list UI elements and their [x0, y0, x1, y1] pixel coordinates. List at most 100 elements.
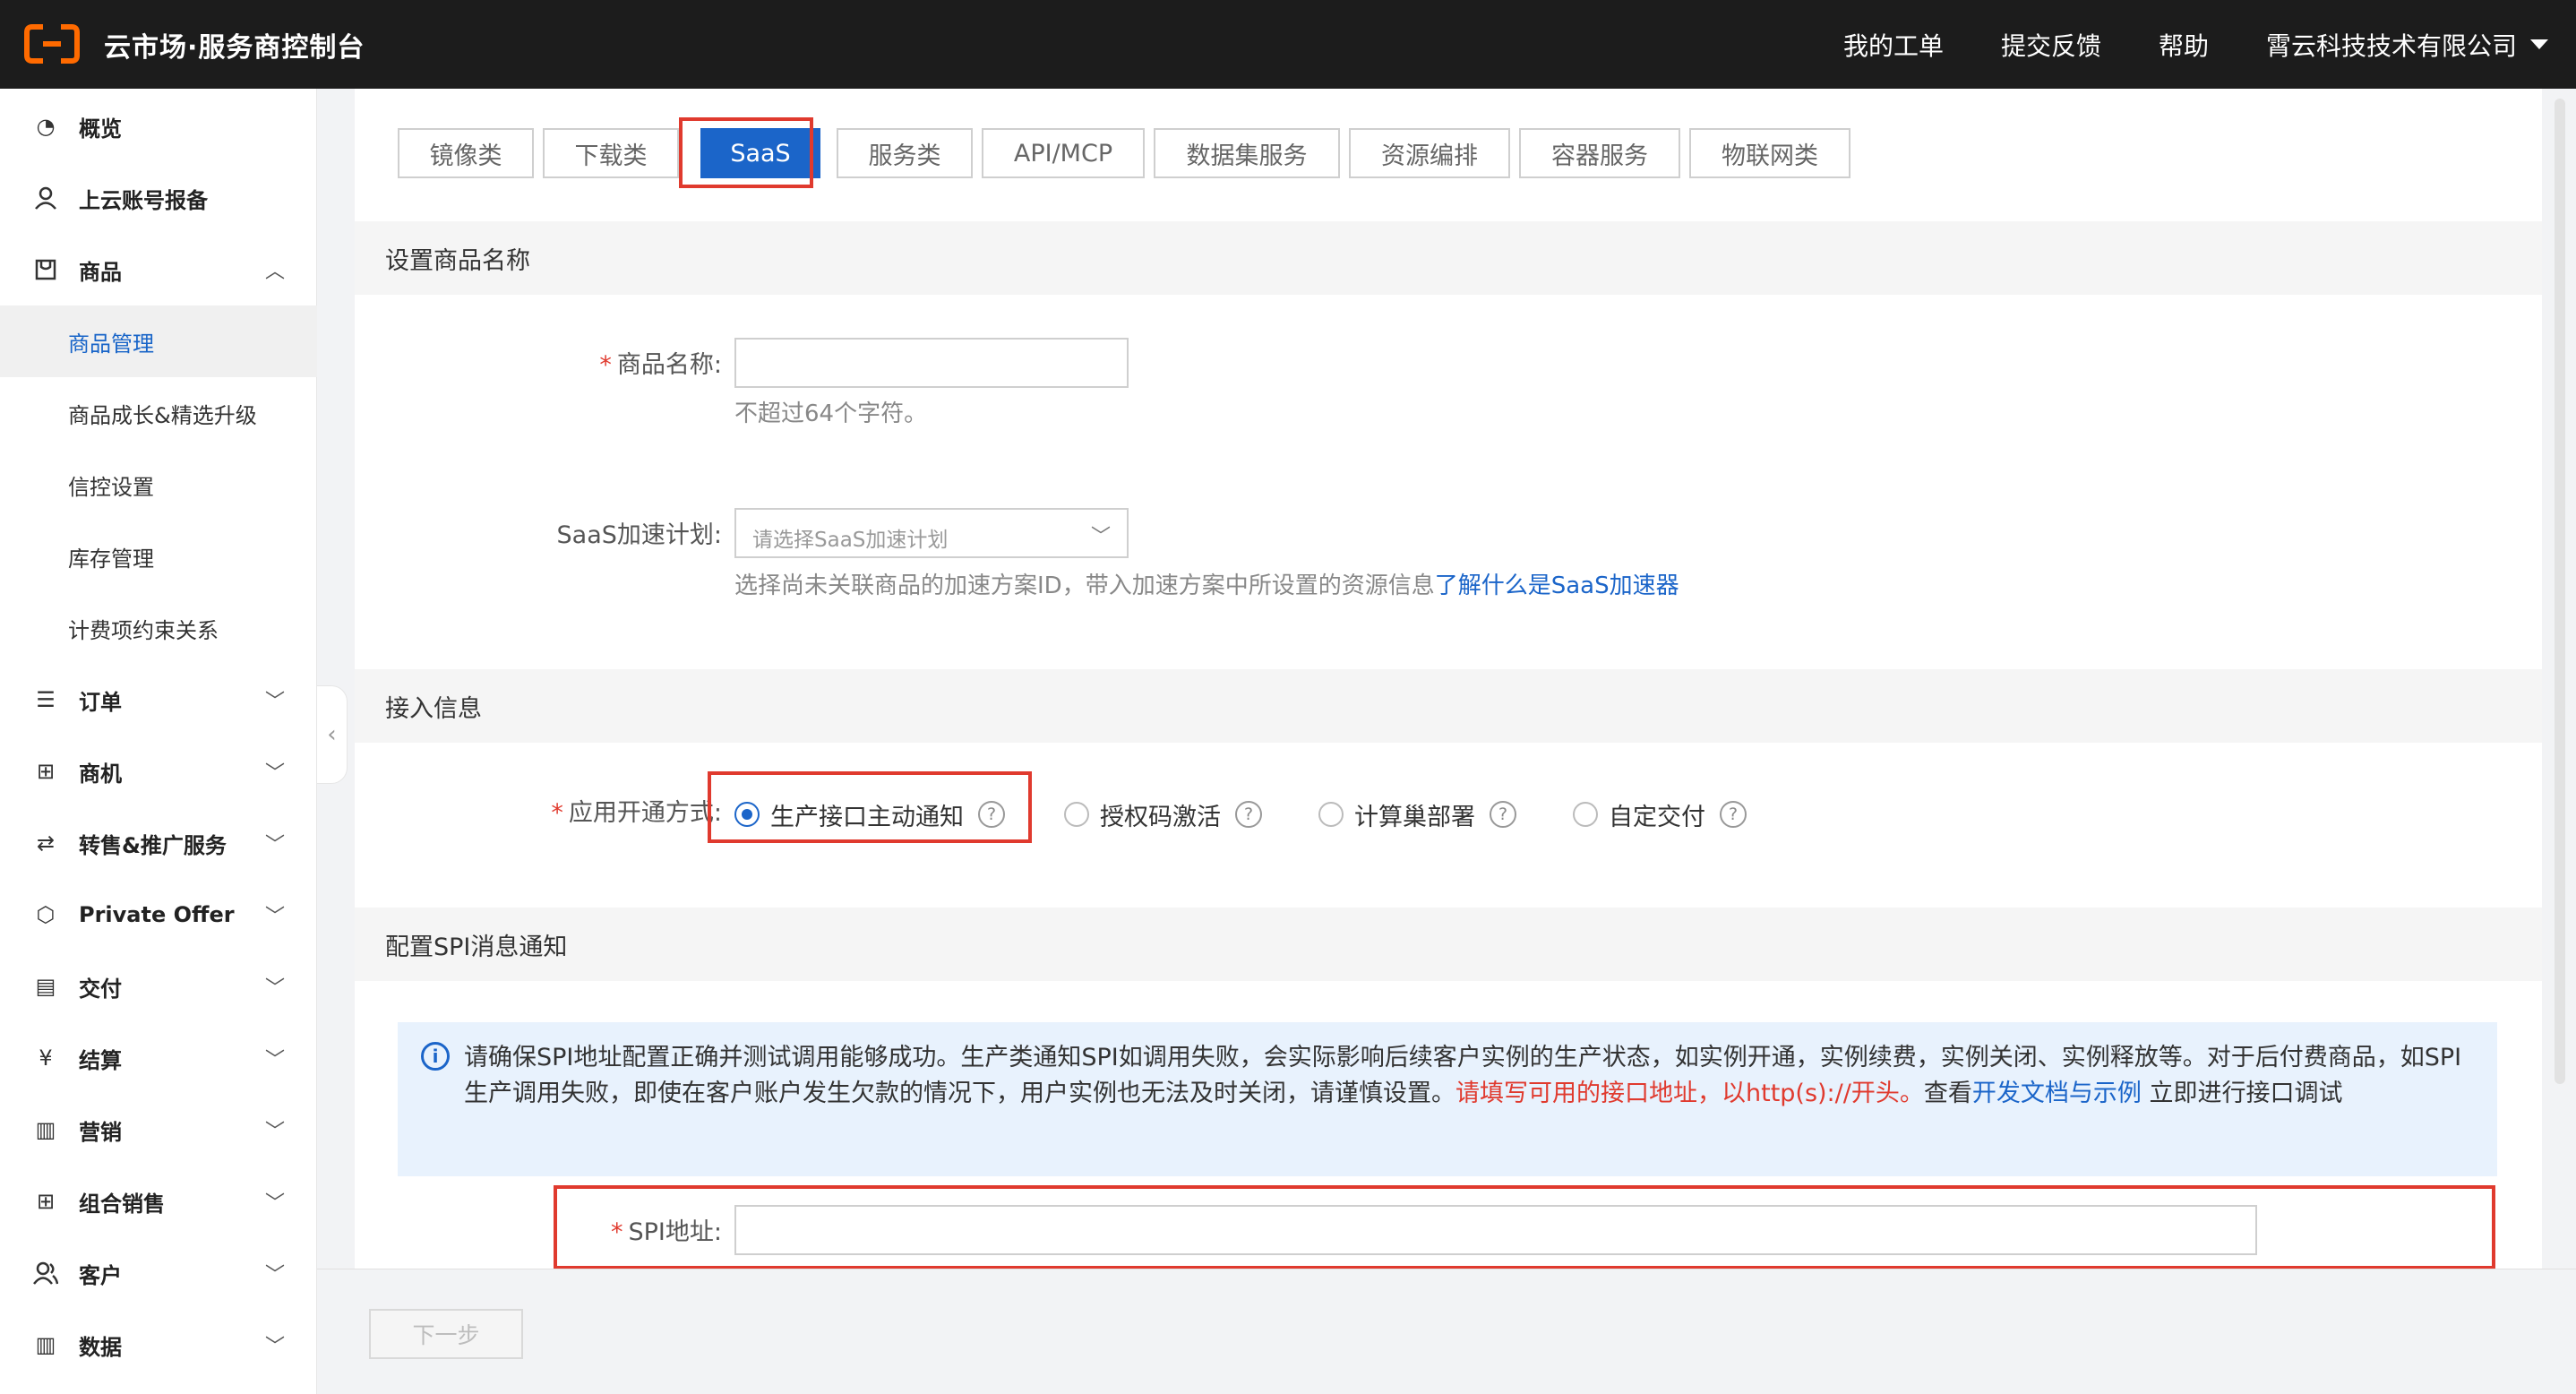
sidebar-item-label: 组合销售 — [79, 1191, 165, 1217]
section-product-name: 设置商品名称 — [355, 221, 2542, 295]
sidebar-item-order[interactable]: ☰ 订单 ﹀ — [0, 664, 317, 736]
tab-dataset[interactable]: 数据集服务 — [1154, 128, 1340, 178]
product-name-help: 不超过64个字符。 — [734, 400, 928, 427]
section-title: 配置SPI消息通知 — [385, 933, 568, 961]
chevron-down-icon: ﹀ — [265, 762, 286, 785]
main-panel: 镜像类 下载类 SaaS 服务类 API/MCP 数据集服务 资源编排 容器服务… — [355, 89, 2542, 1269]
sidebar-item-label: 结算 — [79, 1047, 122, 1073]
radio-button[interactable] — [1064, 802, 1089, 827]
yen-icon: ¥ — [39, 1046, 53, 1071]
company-name: 霄云科技技术有限公司 — [2265, 30, 2517, 61]
tab-download[interactable]: 下载类 — [543, 128, 679, 178]
chevron-down-icon: ﹀ — [265, 1264, 286, 1286]
scrollbar-thumb[interactable] — [2555, 99, 2565, 1084]
sidebar-item-label: 库存管理 — [68, 546, 154, 572]
sidebar-item-customer[interactable]: 客户 ﹀ — [0, 1237, 317, 1309]
cube-icon: ⬡ — [36, 902, 56, 927]
sidebar-item-marketing[interactable]: ▥ 营销 ﹀ — [0, 1094, 317, 1166]
tab-orchestration[interactable]: 资源编排 — [1349, 128, 1510, 178]
sidebar-item-label: 客户 — [79, 1262, 122, 1288]
radio-auth-code[interactable]: 授权码激活 ? — [1064, 787, 1262, 841]
radio-custom-delivery[interactable]: 自定交付 ? — [1573, 787, 1747, 841]
document-icon: ▤ — [35, 974, 56, 999]
saas-plan-label: SaaS加速计划: — [556, 521, 722, 549]
sidebar-item-product-growth[interactable]: 商品成长&精选升级 — [0, 377, 317, 449]
sidebar-item-credit-settings[interactable]: 信控设置 — [0, 449, 317, 521]
tab-image[interactable]: 镜像类 — [398, 128, 534, 178]
help-question-icon[interactable]: ? — [1235, 801, 1262, 828]
radio-compute-nest[interactable]: 计算巢部署 ? — [1318, 787, 1516, 841]
aliyun-logo-icon[interactable] — [23, 23, 81, 65]
saas-plan-select[interactable]: 请选择SaaS加速计划 ﹀ — [734, 508, 1129, 558]
sidebar-item-label: 营销 — [79, 1119, 122, 1145]
bar-chart-icon: ▥ — [35, 1117, 56, 1142]
info-icon: i — [421, 1042, 450, 1071]
nav-feedback[interactable]: 提交反馈 — [2001, 27, 2101, 63]
chevron-down-icon: ﹀ — [265, 1049, 286, 1071]
data-chart-icon: ▥ — [35, 1332, 56, 1357]
tab-api-mcp[interactable]: API/MCP — [982, 128, 1145, 178]
sidebar-item-cloud-account[interactable]: 上云账号报备 — [0, 162, 317, 234]
highlight-box-saas-tab — [679, 117, 813, 188]
sidebar-item-bundle[interactable]: ⊞ 组合销售 ﹀ — [0, 1166, 317, 1237]
transfer-arrows-icon: ⇄ — [36, 830, 56, 856]
sidebar-item-label: 商品 — [79, 259, 122, 285]
saas-accelerator-link[interactable]: 了解什么是SaaS加速器 — [1435, 572, 1679, 599]
sidebar-item-label: 商品管理 — [68, 331, 154, 357]
sidebar-item-private-offer[interactable]: ⬡ Private Offer ﹀ — [0, 879, 317, 951]
sidebar-item-product[interactable]: 商品 ︿ — [0, 234, 317, 305]
sidebar-collapse-toggle[interactable]: ‹ — [317, 685, 348, 784]
tab-iot[interactable]: 物联网类 — [1689, 128, 1850, 178]
chevron-left-icon: ‹ — [327, 721, 337, 748]
sidebar-item-label: 数据 — [79, 1334, 122, 1360]
open-method-label: * 应用开通方式: — [551, 799, 722, 827]
nav-help[interactable]: 帮助 — [2159, 27, 2209, 63]
sidebar: ◔ 概览 上云账号报备 商品 ︿ 商品管理 商品成长&精选升级 信控设置 库存管… — [0, 89, 317, 1394]
nav-my-tickets[interactable]: 我的工单 — [1843, 27, 1944, 63]
chevron-down-icon: ﹀ — [265, 1121, 286, 1143]
next-step-button[interactable]: 下一步 — [369, 1309, 523, 1359]
tab-container[interactable]: 容器服务 — [1519, 128, 1680, 178]
radio-button[interactable] — [1318, 802, 1344, 827]
tab-service[interactable]: 服务类 — [837, 128, 973, 178]
help-question-icon[interactable]: ? — [1720, 801, 1747, 828]
sidebar-item-label: 交付 — [79, 976, 122, 1002]
highlight-box-spi-address — [554, 1185, 2495, 1269]
saas-plan-help: 选择尚未关联商品的加速方案ID，带入加速方案中所设置的资源信息了解什么是SaaS… — [734, 572, 1679, 599]
sidebar-item-label: 转售&推广服务 — [79, 832, 227, 858]
product-name-label: * 商品名称: — [599, 351, 722, 379]
highlight-box-production-notify — [708, 771, 1032, 843]
top-bar: 云市场·服务商控制台 我的工单 提交反馈 帮助 霄云科技技术有限公司 — [0, 0, 2576, 89]
chevron-down-icon: ﹀ — [265, 1336, 286, 1358]
product-name-input[interactable] — [734, 338, 1129, 388]
sidebar-item-data[interactable]: ▥ 数据 ﹀ — [0, 1309, 317, 1381]
chevron-down-icon: ﹀ — [265, 834, 286, 856]
section-access-info: 接入信息 — [355, 669, 2542, 743]
sidebar-item-delivery[interactable]: ▤ 交付 ﹀ — [0, 951, 317, 1022]
dev-docs-link[interactable]: 开发文档与示例 — [1972, 1080, 2142, 1107]
console-title[interactable]: 云市场·服务商控制台 — [104, 25, 365, 65]
sidebar-item-billing-constraints[interactable]: 计费项约束关系 — [0, 592, 317, 664]
sidebar-item-label: 商机 — [79, 761, 122, 787]
sidebar-item-product-management[interactable]: 商品管理 — [0, 305, 317, 377]
sidebar-item-label: 计费项约束关系 — [68, 617, 219, 643]
opportunity-icon: ⊞ — [36, 759, 56, 784]
sidebar-item-inventory[interactable]: 库存管理 — [0, 521, 317, 592]
chevron-down-icon: ﹀ — [265, 906, 286, 928]
saas-plan-placeholder: 请选择SaaS加速计划 — [752, 529, 949, 552]
bag-icon — [32, 256, 59, 283]
help-question-icon[interactable]: ? — [1490, 801, 1516, 828]
radio-button[interactable] — [1573, 802, 1598, 827]
section-title: 接入信息 — [385, 694, 482, 723]
section-title: 设置商品名称 — [385, 246, 530, 275]
sidebar-item-resale[interactable]: ⇄ 转售&推广服务 ﹀ — [0, 807, 317, 879]
sidebar-item-settlement[interactable]: ¥ 结算 ﹀ — [0, 1022, 317, 1094]
sidebar-item-label: 上云账号报备 — [79, 187, 208, 213]
sidebar-item-overview[interactable]: ◔ 概览 — [0, 90, 317, 162]
sidebar-item-label: 订单 — [79, 689, 122, 715]
chevron-down-icon: ﹀ — [265, 977, 286, 1000]
sidebar-item-label: Private Offer — [79, 902, 235, 927]
sidebar-item-opportunity[interactable]: ⊞ 商机 ﹀ — [0, 736, 317, 807]
product-type-tabs: 镜像类 下载类 SaaS 服务类 API/MCP 数据集服务 资源编排 容器服务… — [398, 128, 1850, 178]
account-menu[interactable]: 霄云科技技术有限公司 — [2266, 27, 2549, 63]
